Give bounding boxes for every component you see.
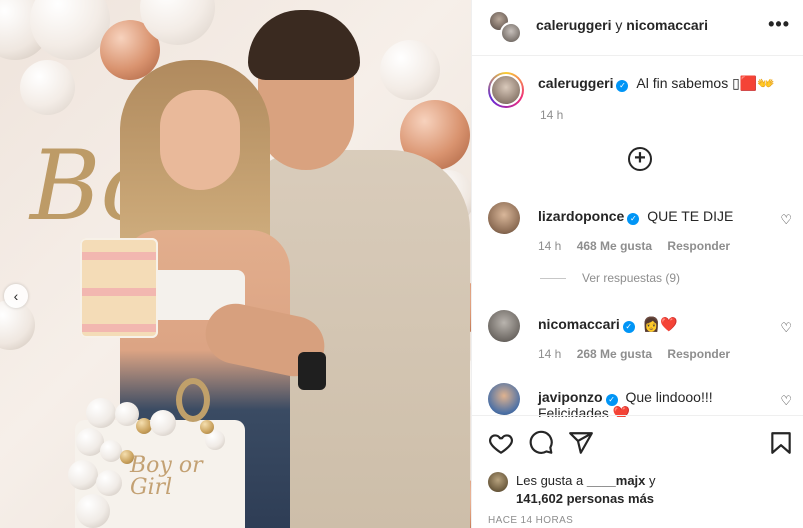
comment-text: QUE TE DIJE bbox=[647, 208, 734, 224]
pearl bbox=[68, 460, 98, 490]
pearl bbox=[100, 440, 122, 462]
caption-body: Al fin sabemos bbox=[636, 75, 729, 91]
comment-meta: 14 h 468 Me gusta Responder bbox=[538, 239, 742, 253]
caption-emoji: ▯🟥👐 bbox=[732, 75, 775, 91]
pearl bbox=[96, 470, 122, 496]
header-conj: y bbox=[615, 17, 623, 33]
collab-title: caleruggeri y nicomaccari bbox=[536, 17, 708, 33]
reply-button[interactable]: Responder bbox=[667, 347, 730, 361]
collab-avatars[interactable] bbox=[488, 10, 524, 46]
story-avatar[interactable] bbox=[488, 72, 524, 108]
post-side-panel: caleruggeri y nicomaccari ••• calerugger… bbox=[471, 0, 803, 528]
verified-badge-icon: ✓ bbox=[627, 213, 640, 225]
more-options-icon[interactable]: ••• bbox=[768, 14, 790, 35]
avatar bbox=[490, 74, 522, 106]
pearl bbox=[115, 402, 139, 426]
cake-text: Boy or Girl bbox=[130, 453, 203, 500]
balloon bbox=[30, 0, 110, 60]
comment-likes[interactable]: 268 Me gusta bbox=[577, 347, 652, 361]
woman-face bbox=[160, 90, 240, 190]
caption-time[interactable]: 14 h bbox=[540, 108, 563, 122]
comment-username[interactable]: nicomaccari bbox=[538, 316, 620, 332]
comment-username[interactable]: lizardoponce bbox=[538, 208, 624, 224]
comment-username[interactable]: javiponzo bbox=[538, 389, 603, 405]
share-icon[interactable] bbox=[568, 430, 594, 456]
comment-time[interactable]: 14 h bbox=[538, 239, 561, 253]
pearl bbox=[150, 410, 176, 436]
avatar[interactable] bbox=[488, 383, 520, 415]
posted-time[interactable]: HACE 14 HORAS bbox=[488, 515, 573, 526]
bookmark-icon[interactable] bbox=[768, 430, 794, 456]
avatar[interactable] bbox=[488, 472, 508, 492]
heart-icon[interactable]: ♡ bbox=[780, 320, 792, 336]
man-hair bbox=[248, 10, 360, 80]
comment-meta: 14 h 268 Me gusta Responder bbox=[538, 347, 742, 361]
avatar bbox=[500, 22, 522, 44]
pearl bbox=[76, 494, 110, 528]
heart-icon[interactable]: ♡ bbox=[780, 212, 792, 228]
gold-pearl bbox=[200, 420, 214, 434]
caption-text: caleruggeri ✓ Al fin sabemos ▯🟥👐 bbox=[538, 75, 775, 92]
verified-badge-icon: ✓ bbox=[622, 321, 635, 333]
heart-icon[interactable]: ♡ bbox=[780, 393, 792, 409]
post-header: caleruggeri y nicomaccari ••• bbox=[472, 0, 803, 56]
cake-slice bbox=[80, 238, 158, 338]
comment-line: javiponzo ✓ Que lindooo!!! bbox=[538, 389, 713, 406]
balloon bbox=[380, 40, 440, 100]
view-replies-button[interactable]: Ver respuestas (9) bbox=[540, 271, 680, 285]
likes-line1: Les gusta a ____majx y bbox=[516, 473, 656, 488]
plus-circle-icon[interactable]: + bbox=[628, 147, 652, 171]
likes-suffix: y bbox=[649, 473, 656, 488]
likes-prefix: Les gusta a bbox=[516, 473, 584, 488]
comment-time[interactable]: 14 h bbox=[538, 347, 561, 361]
comment-line: lizardoponce ✓ QUE TE DIJE bbox=[538, 208, 733, 225]
avatar[interactable] bbox=[488, 310, 520, 342]
balloon bbox=[20, 60, 75, 115]
carousel-prev-button[interactable]: ‹ bbox=[4, 284, 28, 308]
post-actions-bar bbox=[472, 415, 803, 467]
likes-count[interactable]: 141,602 personas más bbox=[516, 491, 654, 506]
cake-topper bbox=[176, 378, 210, 422]
comment-icon[interactable] bbox=[528, 430, 554, 456]
avatar[interactable] bbox=[488, 202, 520, 234]
header-user1[interactable]: caleruggeri bbox=[536, 17, 611, 33]
header-user2[interactable]: nicomaccari bbox=[626, 17, 708, 33]
likes-user[interactable]: ____majx bbox=[587, 473, 646, 488]
verified-badge-icon: ✓ bbox=[616, 80, 629, 92]
comment-text: 👩❤️ bbox=[642, 316, 678, 332]
watch bbox=[298, 352, 326, 390]
comment-text: Que lindooo!!! bbox=[625, 389, 713, 405]
pearl bbox=[86, 398, 116, 428]
comments-scroll-area[interactable]: caleruggeri ✓ Al fin sabemos ▯🟥👐 14 h + l… bbox=[472, 57, 803, 417]
reply-button[interactable]: Responder bbox=[667, 239, 730, 253]
comment-line: nicomaccari ✓ 👩❤️ bbox=[538, 316, 677, 333]
caption-username[interactable]: caleruggeri bbox=[538, 75, 613, 91]
comment-likes[interactable]: 468 Me gusta bbox=[577, 239, 652, 253]
post-photo[interactable]: Bo Boy or Girl ‹ bbox=[0, 0, 471, 528]
heart-icon[interactable] bbox=[488, 430, 514, 456]
